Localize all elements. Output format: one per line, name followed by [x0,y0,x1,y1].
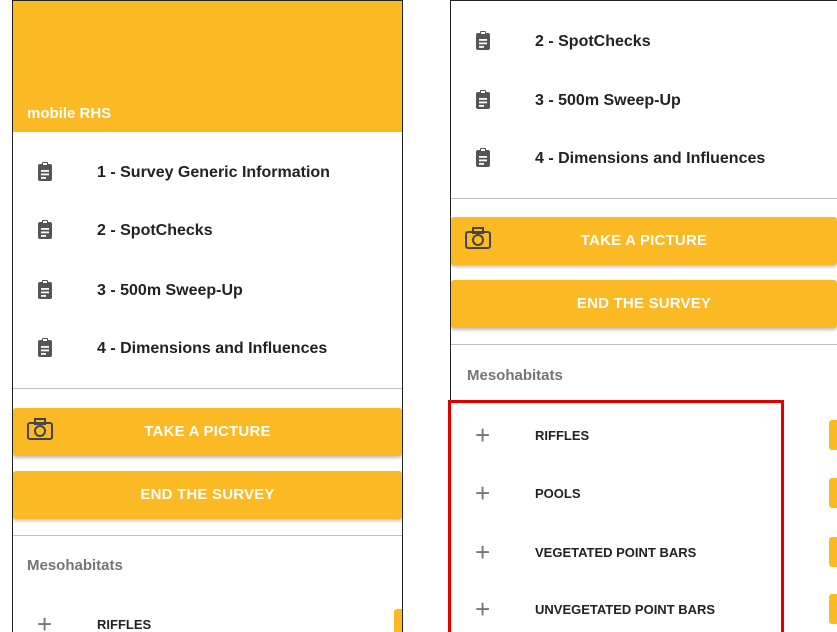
clipboard-icon [476,31,490,50]
meso-action-button[interactable] [829,420,837,450]
nav-item-label: 2 - SpotChecks [535,33,651,50]
plus-icon[interactable]: + [475,539,490,565]
divider [13,388,402,389]
take-picture-button[interactable]: TAKE A PICTURE [451,217,837,265]
meso-item-riffles[interactable]: + RIFFLES [451,416,837,456]
divider [451,344,837,345]
meso-item-pools[interactable]: + POOLS [451,474,837,514]
end-survey-label: END THE SURVEY [576,295,712,312]
take-picture-label: TAKE A PICTURE [580,232,708,249]
right-screen: 2 - SpotChecks 3 - 500m Sweep-Up 4 - Dim… [450,0,837,632]
meso-item-unvegetated-point-bars[interactable]: + UNVEGETATED POINT BARS [451,590,837,630]
meso-item-label: VEGETATED POINT BARS [535,545,697,560]
divider [451,198,837,199]
end-survey-button[interactable]: END THE SURVEY [451,280,837,328]
app-title: mobile RHS [27,105,112,122]
app-header: mobile RHS [13,1,402,132]
nav-item-label: 4 - Dimensions and Influences [97,340,328,357]
nav-item-survey-generic-information[interactable]: 1 - Survey Generic Information [13,154,402,194]
left-screen: mobile RHS 1 - Survey Generic Informatio… [12,0,403,632]
nav-item-spotchecks[interactable]: 2 - SpotChecks [451,23,837,63]
meso-action-button[interactable] [829,594,837,624]
clipboard-icon [38,280,52,299]
meso-action-button[interactable] [829,478,837,508]
end-survey-button[interactable]: END THE SURVEY [13,471,402,519]
divider [13,535,402,536]
clipboard-icon [38,162,52,181]
clipboard-icon [38,338,52,357]
plus-icon[interactable]: + [37,611,52,632]
nav-item-label: 3 - 500m Sweep-Up [535,92,681,109]
nav-item-label: 3 - 500m Sweep-Up [97,282,243,299]
clipboard-icon [38,220,52,239]
meso-action-button[interactable] [829,537,837,567]
take-picture-button[interactable]: TAKE A PICTURE [13,408,402,456]
plus-icon[interactable]: + [475,596,490,622]
plus-icon[interactable]: + [475,480,490,506]
clipboard-icon [476,148,490,167]
end-survey-label: END THE SURVEY [140,486,275,503]
meso-item-label: RIFFLES [535,428,590,443]
nav-item-label: 1 - Survey Generic Information [97,164,330,181]
nav-item-dimensions-influences[interactable]: 4 - Dimensions and Influences [451,140,837,180]
meso-item-label: RIFFLES [97,617,152,632]
take-picture-label: TAKE A PICTURE [144,423,271,440]
nav-item-sweep-up[interactable]: 3 - 500m Sweep-Up [451,82,837,122]
meso-item-label: UNVEGETATED POINT BARS [535,602,716,617]
meso-item-riffles[interactable]: + RIFFLES [13,605,402,632]
meso-action-button[interactable] [394,609,402,632]
nav-item-spotchecks[interactable]: 2 - SpotChecks [13,212,402,252]
plus-icon[interactable]: + [475,422,490,448]
mesohabitats-heading: Mesohabitats [27,557,123,574]
nav-item-label: 2 - SpotChecks [97,222,213,239]
nav-item-label: 4 - Dimensions and Influences [535,150,766,167]
meso-item-label: POOLS [535,486,581,501]
meso-item-vegetated-point-bars[interactable]: + VEGETATED POINT BARS [451,533,837,573]
nav-item-dimensions-influences[interactable]: 4 - Dimensions and Influences [13,330,402,370]
mesohabitats-heading: Mesohabitats [467,367,563,384]
clipboard-icon [476,90,490,109]
nav-item-sweep-up[interactable]: 3 - 500m Sweep-Up [13,272,402,312]
